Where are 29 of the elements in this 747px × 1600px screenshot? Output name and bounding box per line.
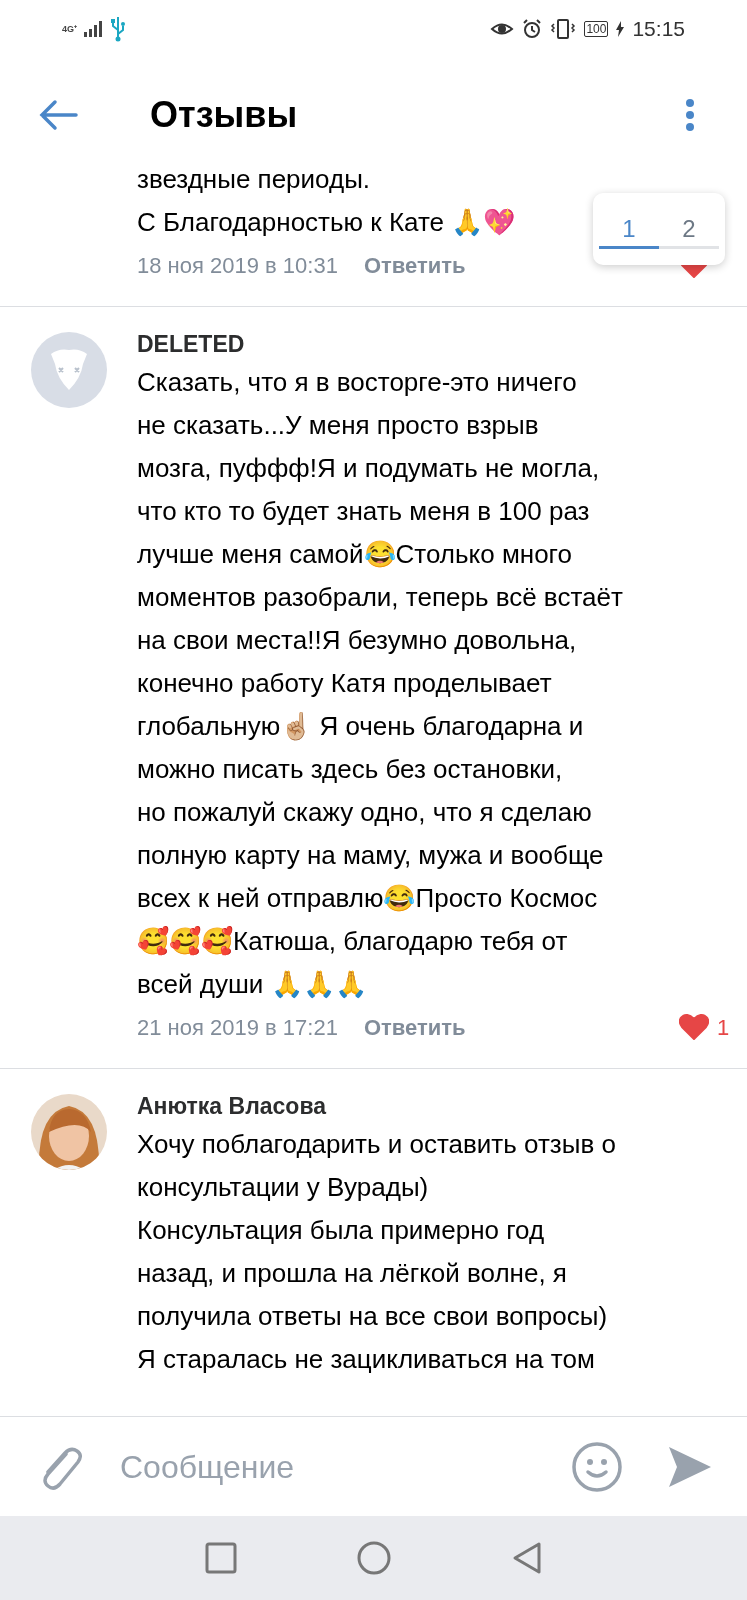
network-type: 4G⁺ [62,24,77,34]
charging-icon [616,21,625,37]
comment-date: 18 ноя 2019 в 10:31 [137,251,338,280]
usb-icon [111,16,125,42]
battery-icon: 100 [584,21,609,37]
heart-icon[interactable] [679,1014,709,1040]
author-name[interactable]: DELETED [137,327,733,361]
send-icon[interactable] [669,1444,711,1489]
reply-link[interactable]: Ответить [363,248,466,282]
vibrate-icon [550,19,577,39]
comment-date: 21 ноя 2019 в 17:21 [137,1013,338,1042]
comment-text: звездные периоды. С Благодарностью к Кате 🙏💖 [137,172,516,239]
comment-text: Хочу поблагодарить и оставить отзыв о консультации у Вурады) Консультация была примерно год назад, и прошла на лёгкой волне, я получила ответы на все свои вопросы) Я старалась не зацикливаться на том [137,1128,616,1376]
reply-link[interactable]: Ответить [363,1010,466,1044]
author-name[interactable]: Анютка Власова [137,1089,733,1123]
page-tab[interactable]: 2 [659,211,719,249]
recents-button[interactable] [204,1542,237,1574]
comment-text: Сказать, что я в восторге-это ничего не сказать...У меня просто взрыв мозга, пуффф!Я и подумать не могла, что кто то будет знать меня в 100 раз лучше меня самой😂Столько много моментов разобрали, теперь всё встаёт на свои места!!Я безумно довольна, конечно работу Катя проделывает глобальную☝🏼 Я очень благодарна и можно писать здесь без остановки, но пожалуй скажу одно, что я сделаю полную карту на маму, мужа и вообще всех к ней отправлю😂Просто Космос 🥰🥰🥰Катюша, благодарю тебя от всей души 🙏🙏🙏 [137,366,623,1001]
like-count: 1 [717,1013,731,1042]
more-icon [685,98,695,132]
message-field[interactable]: Сообщение [120,1442,571,1491]
page-tab[interactable]: 1 [599,211,659,249]
alarm-icon [522,19,543,39]
emoji-icon[interactable] [571,1440,623,1493]
home-button[interactable] [356,1541,391,1575]
signal-icon [83,20,105,38]
arrow-left-icon [38,99,78,131]
page-title: Отзывы [150,93,298,137]
clock: 15:15 [632,16,685,43]
